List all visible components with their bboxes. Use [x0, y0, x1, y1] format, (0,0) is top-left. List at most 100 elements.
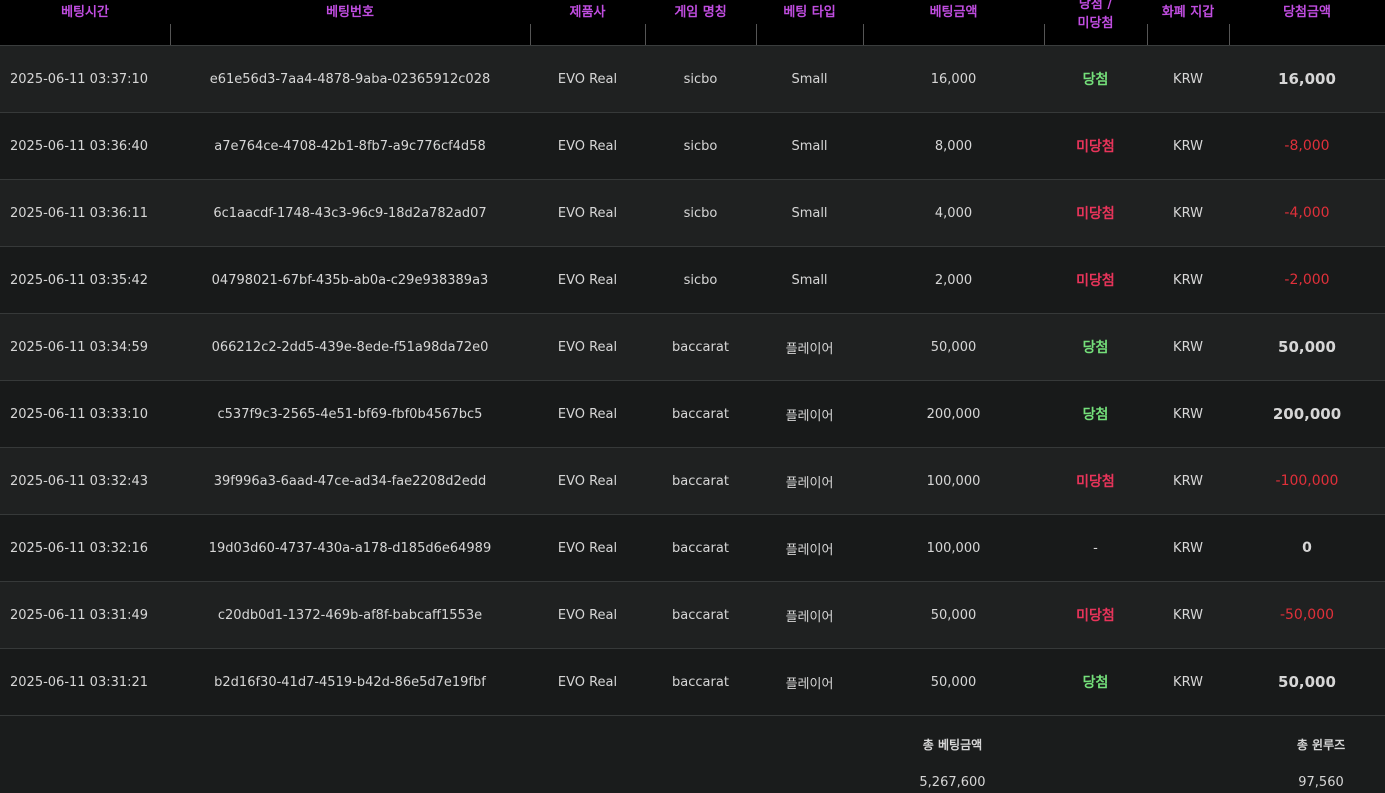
bet-amount-cell: 50,000: [863, 648, 1044, 716]
bet-type-cell: Small: [756, 45, 863, 113]
currency-cell: KRW: [1147, 246, 1229, 314]
bet-amount-cell: 200,000: [863, 380, 1044, 448]
table-row: 2025-06-11 03:31:21 b2d16f30-41d7-4519-b4…: [0, 648, 1385, 716]
game-name-cell: baccarat: [645, 380, 756, 448]
bet-type-cell: 플레이어: [756, 648, 863, 716]
vendor-cell: EVO Real: [530, 45, 645, 113]
bet-type-cell: Small: [756, 246, 863, 314]
header-col-result: 당첨 / 미당첨: [1044, 0, 1147, 46]
table-row: 2025-06-11 03:32:16 19d03d60-4737-430a-a1…: [0, 514, 1385, 582]
bet-time-cell: 2025-06-11 03:36:40: [0, 112, 170, 180]
bet-time-cell: 2025-06-11 03:32:43: [0, 447, 170, 515]
result-cell: 당첨: [1044, 313, 1147, 381]
total-bet-label: 총 베팅금액: [922, 738, 983, 752]
header-col-bet-type: 베팅 타입: [756, 0, 863, 46]
game-name-cell: sicbo: [645, 45, 756, 113]
vendor-cell: EVO Real: [530, 581, 645, 649]
header-divider: [1044, 24, 1045, 45]
bet-id-cell: 19d03d60-4737-430a-a178-d185d6e64989: [170, 514, 530, 582]
game-name-cell: sicbo: [645, 179, 756, 247]
table-header-row: 베팅시간 베팅번호 제품사 게임 명칭 베팅 타입 베팅금액 당첨 / 미당첨 화폐 지갑 당첨금…: [0, 0, 1385, 46]
payout-cell: 50,000: [1229, 648, 1385, 716]
game-name-cell: baccarat: [645, 514, 756, 582]
vendor-cell: EVO Real: [530, 112, 645, 180]
header-label: 당첨 /: [1078, 0, 1113, 12]
bet-id-cell: e61e56d3-7aa4-4878-9aba-02365912c028: [170, 45, 530, 113]
bet-type-cell: 플레이어: [756, 581, 863, 649]
total-winloss-value: 97,560: [1298, 775, 1344, 790]
header-label: 화폐 지갑: [1161, 5, 1215, 20]
game-name-cell: sicbo: [645, 246, 756, 314]
header-label: 베팅번호: [326, 5, 374, 20]
payout-cell: -50,000: [1229, 581, 1385, 649]
summary-footer: 총 베팅금액 5,267,600 총 윈루즈 97,560: [0, 717, 1385, 793]
header-label: 게임 명칭: [674, 5, 727, 20]
result-cell: 당첨: [1044, 380, 1147, 448]
table-body: 2025-06-11 03:37:10 e61e56d3-7aa4-4878-9a…: [0, 45, 1385, 716]
vendor-cell: EVO Real: [530, 179, 645, 247]
bet-history-screen: 베팅시간 베팅번호 제품사 게임 명칭 베팅 타입 베팅금액 당첨 / 미당첨 화폐 지갑 당첨금…: [0, 0, 1385, 793]
bet-type-cell: 플레이어: [756, 514, 863, 582]
header-label: 베팅 타입: [783, 5, 836, 20]
bet-id-cell: 04798021-67bf-435b-ab0a-c29e938389a3: [170, 246, 530, 314]
header-divider: [170, 24, 171, 45]
vendor-cell: EVO Real: [530, 246, 645, 314]
bet-id-cell: 39f996a3-6aad-47ce-ad34-fae2208d2edd: [170, 447, 530, 515]
bet-id-cell: b2d16f30-41d7-4519-b42d-86e5d7e19fbf: [170, 648, 530, 716]
game-name-cell: baccarat: [645, 447, 756, 515]
header-divider: [1229, 24, 1230, 45]
game-name-cell: baccarat: [645, 581, 756, 649]
bet-type-cell: Small: [756, 179, 863, 247]
header-divider: [863, 24, 864, 45]
bet-time-cell: 2025-06-11 03:34:59: [0, 313, 170, 381]
header-label: 당첨금액: [1283, 5, 1331, 20]
header-col-game-name: 게임 명칭: [645, 0, 756, 46]
currency-cell: KRW: [1147, 380, 1229, 448]
bet-amount-cell: 8,000: [863, 112, 1044, 180]
vendor-cell: EVO Real: [530, 447, 645, 515]
bet-time-cell: 2025-06-11 03:31:21: [0, 648, 170, 716]
bet-id-cell: c537f9c3-2565-4e51-bf69-fbf0b4567bc5: [170, 380, 530, 448]
bet-time-cell: 2025-06-11 03:36:11: [0, 179, 170, 247]
header-label: 미당첨: [1077, 16, 1114, 31]
bet-type-cell: 플레이어: [756, 313, 863, 381]
game-name-cell: sicbo: [645, 112, 756, 180]
table-row: 2025-06-11 03:36:40 a7e764ce-4708-42b1-8f…: [0, 112, 1385, 180]
bet-type-cell: Small: [756, 112, 863, 180]
bet-id-cell: a7e764ce-4708-42b1-8fb7-a9c776cf4d58: [170, 112, 530, 180]
result-cell: 미당첨: [1044, 246, 1147, 314]
currency-cell: KRW: [1147, 45, 1229, 113]
total-bet-value: 5,267,600: [919, 775, 986, 790]
bet-amount-cell: 16,000: [863, 45, 1044, 113]
bet-amount-cell: 50,000: [863, 313, 1044, 381]
result-cell: 당첨: [1044, 45, 1147, 113]
result-cell: 미당첨: [1044, 112, 1147, 180]
vendor-cell: EVO Real: [530, 648, 645, 716]
result-cell: 미당첨: [1044, 581, 1147, 649]
vendor-cell: EVO Real: [530, 313, 645, 381]
payout-cell: -8,000: [1229, 112, 1385, 180]
bet-type-cell: 플레이어: [756, 380, 863, 448]
bet-time-cell: 2025-06-11 03:37:10: [0, 45, 170, 113]
payout-cell: -4,000: [1229, 179, 1385, 247]
bet-amount-cell: 4,000: [863, 179, 1044, 247]
bet-amount-cell: 100,000: [863, 447, 1044, 515]
table-row: 2025-06-11 03:33:10 c537f9c3-2565-4e51-bf…: [0, 380, 1385, 448]
bet-amount-cell: 100,000: [863, 514, 1044, 582]
currency-cell: KRW: [1147, 648, 1229, 716]
payout-cell: 0: [1229, 514, 1385, 582]
currency-cell: KRW: [1147, 313, 1229, 381]
bet-time-cell: 2025-06-11 03:35:42: [0, 246, 170, 314]
vendor-cell: EVO Real: [530, 514, 645, 582]
result-cell: 미당첨: [1044, 179, 1147, 247]
bet-amount-cell: 50,000: [863, 581, 1044, 649]
payout-cell: 50,000: [1229, 313, 1385, 381]
header-col-payout: 당첨금액: [1229, 0, 1385, 46]
bet-id-cell: 6c1aacdf-1748-43c3-96c9-18d2a782ad07: [170, 179, 530, 247]
bet-time-cell: 2025-06-11 03:33:10: [0, 380, 170, 448]
header-col-bet-time: 베팅시간: [0, 0, 170, 46]
total-winloss-label: 총 윈루즈: [1296, 738, 1346, 752]
payout-cell: -2,000: [1229, 246, 1385, 314]
bet-time-cell: 2025-06-11 03:32:16: [0, 514, 170, 582]
bet-id-cell: c20db0d1-1372-469b-af8f-babcaff1553e: [170, 581, 530, 649]
